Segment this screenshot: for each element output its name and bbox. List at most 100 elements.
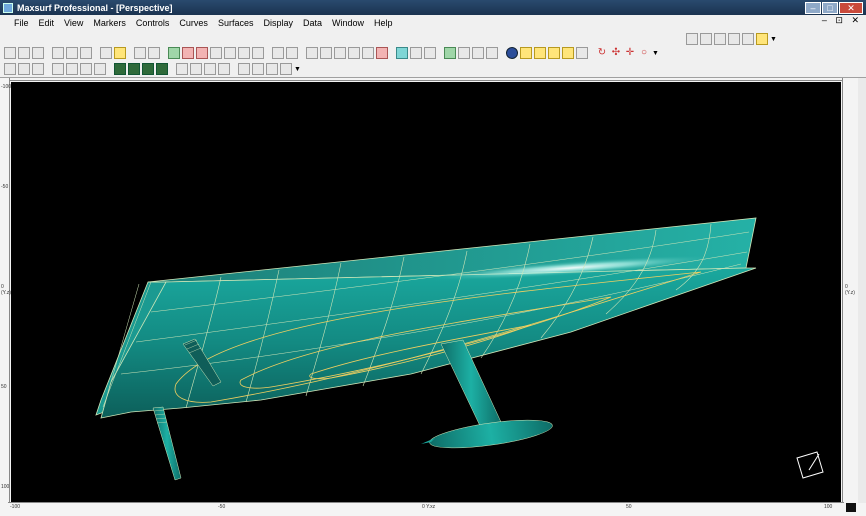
app-icon xyxy=(3,2,13,13)
redo-icon[interactable] xyxy=(148,47,160,59)
secondary-toolbar-dropdown-icon[interactable]: ▼ xyxy=(294,66,301,73)
new-file-icon[interactable] xyxy=(4,47,16,59)
select-icon[interactable] xyxy=(562,47,574,59)
view-perspective-icon[interactable] xyxy=(156,63,168,75)
zoom-out-icon[interactable] xyxy=(700,33,712,45)
zoom-toolbar: ▼ xyxy=(686,32,780,46)
undo-icon[interactable] xyxy=(134,47,146,59)
line-icon[interactable] xyxy=(472,47,484,59)
rotate-view-icon[interactable] xyxy=(742,33,754,45)
print-icon[interactable] xyxy=(100,47,112,59)
menu-window[interactable]: Window xyxy=(332,18,364,28)
main-toolbar-dropdown-icon[interactable]: ▼ xyxy=(652,50,659,57)
curvature-icon[interactable] xyxy=(238,63,250,75)
box-icon[interactable] xyxy=(486,47,498,59)
pen-icon[interactable] xyxy=(4,63,16,75)
right-ruler: 0 (Y.z) xyxy=(842,78,858,503)
view-plan-icon[interactable] xyxy=(142,63,154,75)
group-icon[interactable] xyxy=(272,47,284,59)
diagonals-icon[interactable] xyxy=(218,63,230,75)
weld-icon[interactable] xyxy=(52,63,64,75)
attach-icon[interactable] xyxy=(66,63,78,75)
title-bar: Maxsurf Professional - [Perspective] – □… xyxy=(0,0,866,15)
vertical-scrollbar[interactable] xyxy=(858,78,866,503)
control-points-icon[interactable] xyxy=(210,47,222,59)
select-region-icon[interactable] xyxy=(306,47,318,59)
curve-icon[interactable] xyxy=(410,47,422,59)
perspective-viewport[interactable] xyxy=(11,82,841,502)
rotate-free-icon[interactable]: ○ xyxy=(638,47,650,59)
zoom-toolbar-dropdown-icon[interactable]: ▼ xyxy=(770,36,777,43)
hull-render xyxy=(95,217,824,481)
axis-indicator-icon xyxy=(796,451,824,479)
bottom-ruler-label: 50 xyxy=(626,504,632,510)
compact-icon[interactable] xyxy=(252,47,264,59)
graph-icon[interactable] xyxy=(280,63,292,75)
home-view-icon[interactable] xyxy=(728,33,740,45)
mdi-window-controls[interactable]: – ⊡ ✕ xyxy=(822,15,862,26)
save-file-icon[interactable] xyxy=(32,47,44,59)
maximize-button[interactable]: □ xyxy=(822,1,838,14)
rotate-z-icon[interactable]: ✛ xyxy=(624,47,636,59)
rotate-x-icon[interactable]: ↻ xyxy=(596,47,608,59)
ungroup-icon[interactable] xyxy=(286,47,298,59)
menu-help[interactable]: Help xyxy=(374,18,393,28)
settings-icon[interactable] xyxy=(576,47,588,59)
menu-markers[interactable]: Markers xyxy=(93,18,126,28)
render-icon[interactable] xyxy=(396,47,408,59)
menu-view[interactable]: View xyxy=(64,18,83,28)
bond-icon[interactable] xyxy=(238,47,250,59)
waterlines-icon[interactable] xyxy=(204,63,216,75)
shade-view-icon[interactable] xyxy=(756,33,768,45)
rotate-y-icon[interactable]: ✣ xyxy=(610,47,622,59)
menu-edit[interactable]: Edit xyxy=(39,18,55,28)
add-row-icon[interactable] xyxy=(80,63,92,75)
cut-icon[interactable] xyxy=(52,47,64,59)
bottom-ruler-label: -100 xyxy=(10,504,21,510)
flag-icon[interactable] xyxy=(334,47,346,59)
pan-icon[interactable] xyxy=(714,33,726,45)
marker-icon[interactable] xyxy=(320,47,332,59)
copy-icon[interactable] xyxy=(66,47,78,59)
help-pointer-icon[interactable] xyxy=(114,47,126,59)
hull-side-surface xyxy=(100,267,757,419)
toolbar-area: ▼ ↻ ✣ ✛ ○ ▼ ▼ xyxy=(0,30,866,78)
buttocks-icon[interactable] xyxy=(190,63,202,75)
display-surfaces-icon[interactable] xyxy=(458,47,470,59)
frame-icon[interactable] xyxy=(362,47,374,59)
zebra-icon[interactable] xyxy=(252,63,264,75)
left-ruler: -100 -50 0 (Y.z) 50 100 xyxy=(0,78,11,503)
paste-icon[interactable] xyxy=(80,47,92,59)
surface-options-icon[interactable] xyxy=(196,47,208,59)
display-contours-icon[interactable] xyxy=(444,47,456,59)
curve-tool-icon[interactable] xyxy=(348,47,360,59)
close-button[interactable]: ✕ xyxy=(839,1,863,14)
light-icon[interactable] xyxy=(520,47,532,59)
menu-controls[interactable]: Controls xyxy=(136,18,170,28)
net-icon[interactable] xyxy=(224,47,236,59)
menu-file[interactable]: File xyxy=(14,18,29,28)
menu-surfaces[interactable]: Surfaces xyxy=(218,18,254,28)
menu-bar: File Edit View Markers Controls Curves S… xyxy=(0,15,866,30)
grid-icon[interactable] xyxy=(424,47,436,59)
menu-curves[interactable]: Curves xyxy=(179,18,208,28)
bottom-ruler-label: -50 xyxy=(218,504,226,510)
table-icon[interactable] xyxy=(266,63,278,75)
eraser-icon[interactable] xyxy=(18,63,30,75)
view-profile-icon[interactable] xyxy=(128,63,140,75)
menu-display[interactable]: Display xyxy=(263,18,293,28)
pointer-icon[interactable] xyxy=(548,47,560,59)
render-sphere-icon[interactable] xyxy=(506,47,518,59)
stations-icon[interactable] xyxy=(176,63,188,75)
view-body-plan-icon[interactable] xyxy=(114,63,126,75)
minimize-button[interactable]: – xyxy=(805,1,821,14)
zoom-in-icon[interactable] xyxy=(686,33,698,45)
delete-surface-icon[interactable] xyxy=(182,47,194,59)
open-file-icon[interactable] xyxy=(18,47,30,59)
trim-icon[interactable] xyxy=(376,47,388,59)
measure-icon[interactable] xyxy=(32,63,44,75)
add-surface-icon[interactable] xyxy=(168,47,180,59)
add-column-icon[interactable] xyxy=(94,63,106,75)
menu-data[interactable]: Data xyxy=(303,18,322,28)
move-icon[interactable] xyxy=(534,47,546,59)
